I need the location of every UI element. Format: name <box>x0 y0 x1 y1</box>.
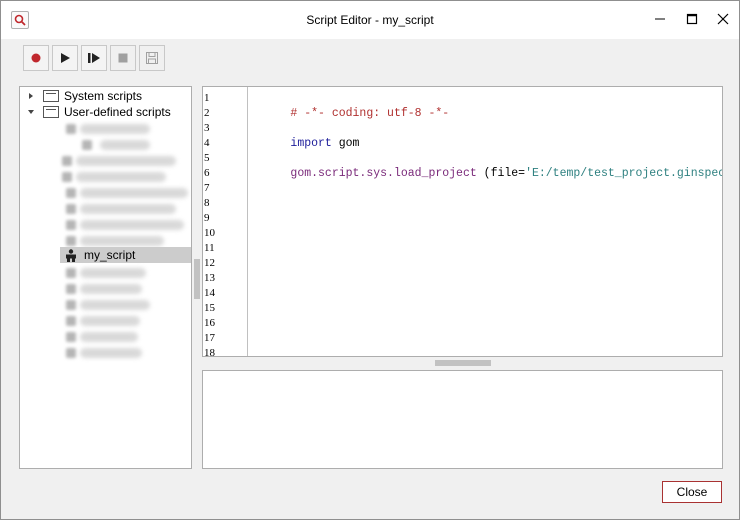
title-bar: Script Editor - my_script <box>1 1 739 39</box>
play-icon <box>61 53 70 63</box>
line-number: 5 <box>204 152 210 164</box>
script-editor-window: Script Editor - my_script System scripts… <box>0 0 740 520</box>
line-number: 9 <box>204 212 210 224</box>
blurred-icon <box>66 300 76 310</box>
code-keyword: import <box>290 137 332 150</box>
line-number-gutter: 1 2 3 4 5 6 7 8 9 10 11 12 13 14 15 16 1… <box>203 87 248 357</box>
window-title: Script Editor - my_script <box>306 13 434 27</box>
line-number: 15 <box>204 302 215 314</box>
step-button[interactable] <box>81 45 107 71</box>
splitter-handle[interactable] <box>435 360 491 366</box>
line-number: 6 <box>204 167 210 179</box>
blurred-tree-item <box>76 156 176 166</box>
save-button[interactable] <box>139 45 165 71</box>
blurred-tree-item <box>80 188 188 198</box>
blurred-tree-item <box>100 140 150 150</box>
maximize-button[interactable] <box>679 7 705 31</box>
tree-item-system-scripts[interactable]: System scripts <box>64 88 142 104</box>
code-string: 'E:/temp/test_project.ginspect' <box>525 167 723 180</box>
close-button[interactable]: Close <box>662 481 722 503</box>
code-comment: # -*- coding: utf-8 -*- <box>290 107 450 120</box>
blurred-icon <box>66 284 76 294</box>
blurred-tree-item <box>80 284 142 294</box>
line-number: 10 <box>204 227 215 239</box>
code-text: gom <box>331 137 360 150</box>
code-line-1[interactable]: # -*- coding: utf-8 -*- <box>249 91 449 120</box>
script-person-icon <box>66 249 76 262</box>
script-toolbar <box>23 45 168 71</box>
code-function: gom.script.sys.load_project <box>290 167 477 180</box>
script-tree[interactable]: System scripts User-defined scripts my_s… <box>19 86 192 469</box>
line-number: 8 <box>204 197 210 209</box>
line-number: 11 <box>204 242 215 254</box>
tree-item-my-script[interactable]: my_script <box>84 247 135 263</box>
blurred-icon <box>62 172 72 182</box>
code-text: (file= <box>476 167 526 180</box>
blurred-tree-item <box>76 172 166 182</box>
line-number: 16 <box>204 317 215 329</box>
blurred-icon <box>66 268 76 278</box>
line-number: 4 <box>204 137 210 149</box>
chevron-down-icon[interactable] <box>27 108 35 116</box>
blurred-tree-item <box>80 348 142 358</box>
blurred-icon <box>66 204 76 214</box>
line-number: 1 <box>204 92 210 104</box>
record-button[interactable] <box>23 45 49 71</box>
save-icon <box>146 52 158 64</box>
line-number: 14 <box>204 287 215 299</box>
blurred-icon <box>66 316 76 326</box>
blurred-tree-item <box>80 204 176 214</box>
close-window-button[interactable] <box>710 7 736 31</box>
stop-icon <box>118 53 128 63</box>
code-editor[interactable]: 1 2 3 4 5 6 7 8 9 10 11 12 13 14 15 16 1… <box>202 86 723 357</box>
blurred-tree-item <box>80 316 140 326</box>
blurred-tree-item <box>80 124 150 134</box>
chevron-right-icon[interactable] <box>27 92 35 100</box>
minimize-icon <box>655 18 665 20</box>
line-number: 18 <box>204 347 215 357</box>
code-line-3[interactable]: import gom <box>249 121 359 150</box>
code-line-5[interactable]: gom.script.sys.load_project (file='E:/te… <box>249 151 722 180</box>
blurred-icon <box>62 156 72 166</box>
blurred-icon <box>66 348 76 358</box>
blurred-icon <box>66 124 76 134</box>
blurred-icon <box>66 332 76 342</box>
line-number: 2 <box>204 107 210 119</box>
tree-item-user-defined-scripts[interactable]: User-defined scripts <box>64 104 171 120</box>
line-number: 13 <box>204 272 215 284</box>
line-number: 3 <box>204 122 210 134</box>
blurred-icon <box>82 140 92 150</box>
blurred-tree-item <box>80 300 150 310</box>
line-number: 12 <box>204 257 215 269</box>
blurred-tree-item <box>80 268 146 278</box>
blurred-icon <box>66 220 76 230</box>
blurred-tree-item <box>80 332 138 342</box>
stop-button[interactable] <box>110 45 136 71</box>
folder-icon <box>43 90 59 102</box>
step-icon <box>88 53 100 63</box>
blurred-icon <box>66 236 76 246</box>
folder-icon <box>43 106 59 118</box>
line-number: 7 <box>204 182 210 194</box>
blurred-tree-item <box>80 236 164 246</box>
record-icon <box>31 53 41 63</box>
blurred-tree-item <box>80 220 184 230</box>
blurred-icon <box>66 188 76 198</box>
tree-scrollbar-thumb[interactable] <box>194 259 200 299</box>
output-panel[interactable] <box>202 370 723 469</box>
run-button[interactable] <box>52 45 78 71</box>
line-number: 17 <box>204 332 215 344</box>
minimize-button[interactable] <box>647 7 673 31</box>
maximize-icon <box>686 13 698 25</box>
close-icon <box>717 13 729 25</box>
